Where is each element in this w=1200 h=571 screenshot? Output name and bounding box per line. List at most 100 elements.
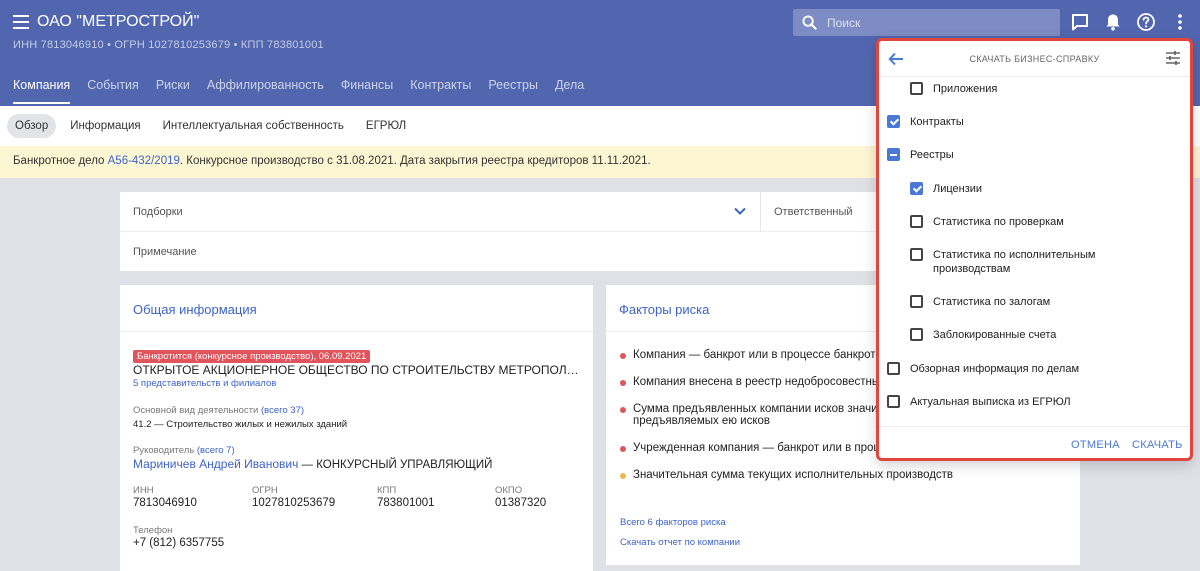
risk-item[interactable]: Значительная сумма текущих исполнительны… <box>620 469 953 481</box>
risk-dot-yellow <box>620 473 626 479</box>
option-contracts[interactable]: Контракты <box>887 115 964 129</box>
general-info-title: Общая информация <box>133 302 257 317</box>
head-label-row: Руководитель (всего 7) <box>133 445 235 456</box>
banner-prefix: Банкротное дело <box>13 155 108 167</box>
risk-item[interactable]: Сумма предъявленных компании исков значи… <box>620 403 883 427</box>
banner-suffix: . Конкурсное производство с 31.08.2021. … <box>179 155 651 167</box>
checkbox-unchecked[interactable] <box>910 295 923 308</box>
option-attachments[interactable]: Приложения <box>910 82 997 96</box>
risk-text: Компания внесена в реестр недобросовестн… <box>633 376 886 388</box>
activity-label-row: Основной вид деятельности (всего 37) <box>133 405 304 416</box>
responsible-label: Ответственный <box>774 206 853 218</box>
option-egrul-extract[interactable]: Актуальная выписка из ЕГРЮЛ <box>887 395 1071 409</box>
activity-label: Основной вид деятельности <box>133 405 261 416</box>
tab-registries[interactable]: Реестры <box>488 78 538 104</box>
option-label: Статистика по залогам <box>933 296 1051 308</box>
option-licenses[interactable]: Лицензии <box>910 182 982 196</box>
kpp-value: 783801001 <box>377 497 435 509</box>
option-blocked-accounts[interactable]: Заблокированные счета <box>910 328 1056 342</box>
tune-settings-icon[interactable] <box>1165 50 1181 66</box>
collections-select[interactable]: Подборки <box>120 192 760 232</box>
checkbox-unchecked[interactable] <box>910 215 923 228</box>
tab-company[interactable]: Компания <box>13 78 71 104</box>
activity-total-link[interactable]: (всего 37) <box>261 405 304 416</box>
tab-finance[interactable]: Финансы <box>341 78 393 104</box>
inn-value: 7813046910 <box>133 497 197 509</box>
help-icon[interactable] <box>1136 12 1156 32</box>
chevron-down-icon <box>734 207 746 215</box>
company-title: ОАО "МЕТРОСТРОЙ" <box>37 13 200 30</box>
tab-contracts[interactable]: Контракты <box>410 78 471 104</box>
bell-icon[interactable] <box>1103 12 1123 32</box>
checkbox-indeterminate[interactable] <box>887 148 900 161</box>
all-risks-link[interactable]: Всего 6 факторов риска <box>620 517 726 528</box>
head-role: — КОНКУРСНЫЙ УПРАВЛЯЮЩИЙ <box>298 459 493 471</box>
branches-link[interactable]: 5 представительств и филиалов <box>133 378 276 389</box>
tab-risks[interactable]: Риски <box>156 78 190 104</box>
search-icon <box>802 15 817 30</box>
tab-cases[interactable]: Дела <box>555 78 584 104</box>
checkbox-checked[interactable] <box>887 115 900 128</box>
company-identifiers: ИНН 7813046910 • ОГРН 1027810253679 • КП… <box>13 39 324 51</box>
risk-dot-red <box>620 446 626 452</box>
dialog-header: СКАЧАТЬ БИЗНЕС-СПРАВКУ <box>879 41 1190 77</box>
search-box[interactable] <box>793 9 1060 36</box>
risk-text: Компания — банкрот или в процессе банкро… <box>633 349 899 361</box>
head-name-link[interactable]: Мариничев Андрей Иванович <box>133 457 298 471</box>
bankruptcy-badge: Банкротится (конкурсное производство), 0… <box>133 350 371 363</box>
search-input[interactable] <box>827 13 1047 32</box>
risk-item[interactable]: Компания внесена в реестр недобросовестн… <box>620 376 886 388</box>
risk-text: Сумма предъявленных компании исков значи… <box>633 403 883 427</box>
checkbox-unchecked[interactable] <box>887 395 900 408</box>
option-enforcement-stats[interactable]: Статистика по исполнительным производств… <box>910 248 1110 276</box>
risk-item[interactable]: Компания — банкрот или в процессе банкро… <box>620 349 899 361</box>
subnav-information[interactable]: Информация <box>62 114 148 138</box>
checkbox-unchecked[interactable] <box>910 82 923 95</box>
risk-factors-title: Факторы риска <box>619 302 710 317</box>
checkbox-checked[interactable] <box>910 182 923 195</box>
dialog-title: СКАЧАТЬ БИЗНЕС-СПРАВКУ <box>969 54 1100 64</box>
subnav-overview[interactable]: Обзор <box>7 114 57 138</box>
kpp-label: КПП <box>377 485 397 496</box>
note-label: Примечание <box>133 246 197 258</box>
option-pledge-stats[interactable]: Статистика по залогам <box>910 295 1050 309</box>
download-business-report-dialog: СКАЧАТЬ БИЗНЕС-СПРАВКУ Приложения Контра… <box>876 38 1193 461</box>
activity-value: 41.2 — Строительство жилых и нежилых зда… <box>133 419 348 430</box>
tab-events[interactable]: События <box>87 78 139 104</box>
subnav-intellectual-property[interactable]: Интеллектуальная собственность <box>155 114 352 138</box>
subnav-egrul[interactable]: ЕГРЮЛ <box>358 114 414 138</box>
company-full-name: ОТКРЫТОЕ АКЦИОНЕРНОЕ ОБЩЕСТВО ПО СТРОИТЕ… <box>133 363 579 377</box>
tab-affiliation[interactable]: Аффилированность <box>207 78 324 104</box>
option-case-overview[interactable]: Обзорная информация по делам <box>887 362 1079 376</box>
banner-case-link[interactable]: А56-432/2019 <box>108 155 180 167</box>
chat-icon[interactable] <box>1070 12 1090 32</box>
checkbox-unchecked[interactable] <box>887 362 900 375</box>
risk-item[interactable]: Учрежденная компания — банкрот или в про… <box>620 442 886 454</box>
option-label: Реестры <box>910 149 954 161</box>
option-label: Заблокированные счета <box>933 329 1057 341</box>
phone-label: Телефон <box>133 525 173 536</box>
download-report-link[interactable]: Скачать отчет по компании <box>620 537 740 548</box>
dialog-footer-divider <box>879 426 1190 427</box>
risk-text-line1: Сумма предъявленных компании исков значи… <box>633 403 883 415</box>
hamburger-menu-icon[interactable] <box>13 15 29 29</box>
okpo-value: 01387320 <box>495 497 547 509</box>
company-tabs: Компания События Риски Аффилированность … <box>13 78 601 104</box>
head-row: Мариничев Андрей Иванович — КОНКУРСНЫЙ У… <box>133 457 492 471</box>
option-inspection-stats[interactable]: Статистика по проверкам <box>910 215 1064 229</box>
divider <box>120 331 593 332</box>
risk-text: Значительная сумма текущих исполнительны… <box>633 469 954 481</box>
checkbox-unchecked[interactable] <box>910 248 923 261</box>
option-registries[interactable]: Реестры <box>887 148 954 162</box>
checkbox-unchecked[interactable] <box>910 328 923 341</box>
okpo-label: ОКПО <box>495 485 523 496</box>
general-info-card: Общая информация Банкротится (конкурсное… <box>120 285 593 571</box>
more-vertical-icon[interactable] <box>1170 12 1190 32</box>
download-button[interactable]: СКАЧАТЬ <box>1132 439 1183 451</box>
collections-label: Подборки <box>133 206 183 218</box>
phone-value: +7 (812) 6357755 <box>133 537 225 549</box>
option-label: Актуальная выписка из ЕГРЮЛ <box>910 396 1071 408</box>
head-total-link[interactable]: (всего 7) <box>197 445 235 456</box>
cancel-button[interactable]: ОТМЕНА <box>1071 439 1120 451</box>
option-label: Контракты <box>910 116 964 128</box>
